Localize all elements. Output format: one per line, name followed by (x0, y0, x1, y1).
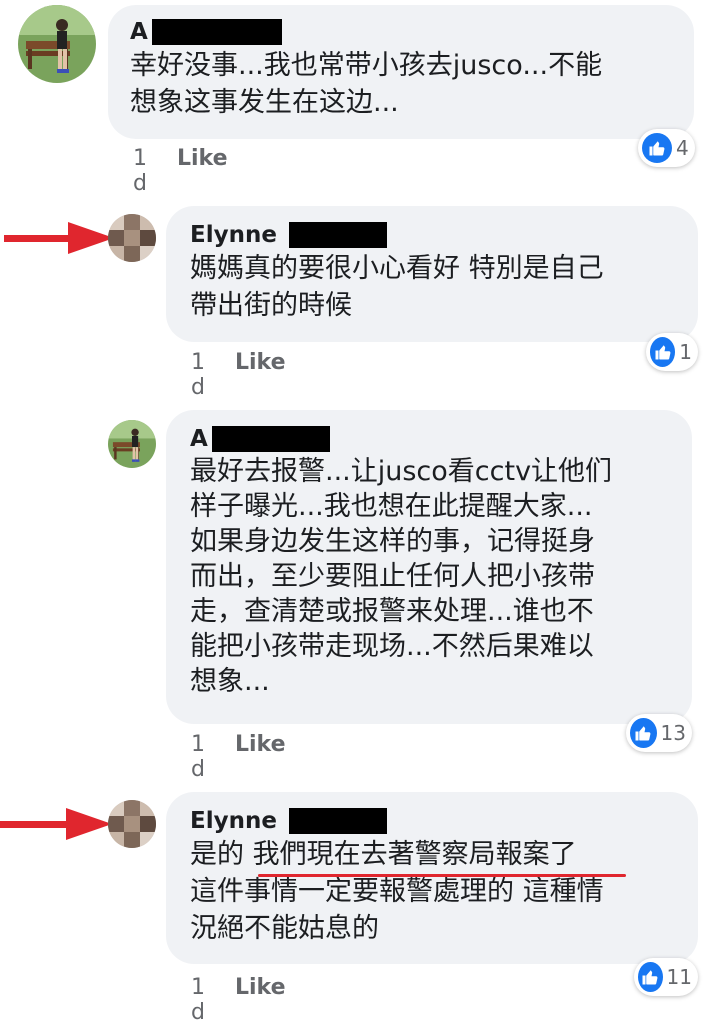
reaction-badge[interactable]: 1 (646, 333, 698, 371)
comment-meta: 1 d Like (133, 146, 228, 196)
like-button[interactable]: Like (235, 732, 286, 782)
avatar-photo-blurred (108, 800, 156, 848)
avatar[interactable] (108, 800, 156, 848)
avatar[interactable] (18, 5, 96, 83)
comment-text: 是的 我們現在去著警察局報案了 這件事情一定要報警處理的 這種情 況絕不能姑息的 (190, 839, 604, 944)
timestamp[interactable]: 1 d (191, 350, 205, 400)
comment-bubble: Elynne 媽媽真的要很小心看好 特別是自己 帶出街的時候 (166, 206, 698, 342)
author-row: Elynne (190, 806, 674, 836)
thumbs-up-icon (638, 962, 663, 992)
red-arrow-icon (4, 222, 114, 254)
comment-text: 最好去报警...让jusco看cctv让他们 样子曝光...我也想在此提醒大家.… (190, 456, 613, 697)
redaction-bar (288, 222, 387, 248)
reaction-badge[interactable]: 13 (626, 714, 692, 752)
reaction-count: 13 (660, 721, 686, 745)
author-name[interactable]: A (130, 19, 148, 45)
avatar-photo-blurred (108, 214, 156, 262)
thumbs-up-icon (630, 718, 657, 748)
redaction-bar (288, 808, 387, 834)
author-row: Elynne (190, 220, 674, 250)
like-button[interactable]: Like (177, 146, 228, 196)
thumbs-up-icon (650, 337, 676, 367)
comment-meta: 1 d Like (191, 975, 286, 1025)
reaction-count: 4 (676, 136, 689, 160)
author-row: A (130, 17, 672, 47)
comment-bubble: A 幸好没事...我也常带小孩去jusco...不能 想象这事发生在这边... (108, 5, 694, 139)
redaction-bar (211, 426, 330, 452)
author-name[interactable]: A (190, 426, 208, 452)
red-arrow-icon (0, 808, 112, 840)
reaction-count: 1 (679, 340, 692, 364)
thumbs-up-icon (642, 133, 672, 163)
comment-text: 媽媽真的要很小心看好 特別是自己 帶出街的時候 (190, 253, 604, 321)
like-button[interactable]: Like (235, 975, 286, 1025)
avatar-photo (108, 420, 156, 468)
avatar[interactable] (108, 214, 156, 262)
like-button[interactable]: Like (235, 350, 286, 400)
reaction-badge[interactable]: 4 (638, 129, 695, 167)
comment-meta: 1 d Like (191, 732, 286, 782)
comment-bubble: Elynne 是的 我們現在去著警察局報案了 這件事情一定要報警處理的 這種情 … (166, 792, 698, 964)
avatar[interactable] (108, 420, 156, 468)
timestamp[interactable]: 1 d (133, 146, 147, 196)
author-name[interactable]: Elynne (190, 222, 277, 248)
author-name[interactable]: Elynne (190, 808, 277, 834)
comment-meta: 1 d Like (191, 350, 286, 400)
red-underline-annotation (258, 874, 626, 877)
timestamp[interactable]: 1 d (191, 732, 205, 782)
timestamp[interactable]: 1 d (191, 975, 205, 1025)
avatar-photo (18, 5, 96, 83)
reaction-badge[interactable]: 11 (634, 958, 698, 996)
reaction-count: 11 (666, 965, 692, 989)
redaction-bar (151, 19, 282, 45)
comment-bubble: A 最好去报警...让jusco看cctv让他们 样子曝光...我也想在此提醒大… (166, 410, 692, 724)
author-row: A (190, 424, 668, 454)
comment-text: 幸好没事...我也常带小孩去jusco...不能 想象这事发生在这边... (130, 50, 603, 118)
